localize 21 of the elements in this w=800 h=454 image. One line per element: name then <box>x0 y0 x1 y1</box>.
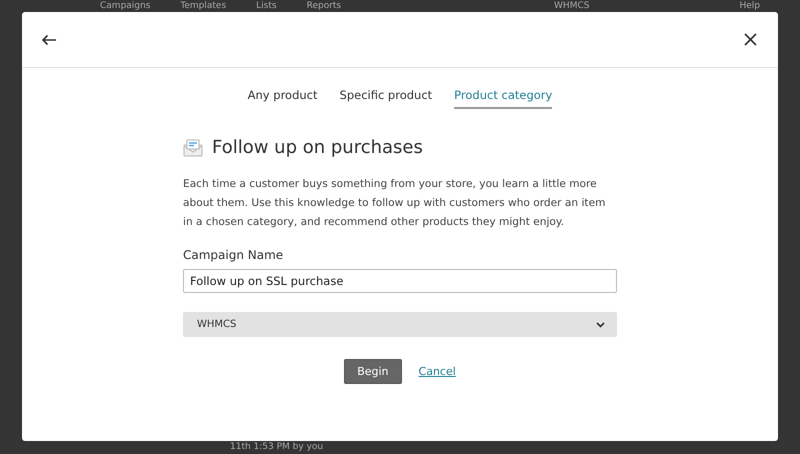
back-arrow-icon[interactable] <box>41 34 57 46</box>
nav-link[interactable]: Campaigns <box>100 0 150 12</box>
nav-link[interactable]: Lists <box>256 0 277 12</box>
dialog-title: Follow up on purchases <box>212 137 423 158</box>
account-name[interactable]: WHMCS <box>554 0 590 12</box>
nav-link[interactable]: Templates <box>180 0 226 12</box>
description-text: Each time a customer buys something from your store, you learn a little more about them. Use this knowledge to follow up with customers who order an item in a chosen category, and recommend other products they might enjoy. <box>183 177 606 230</box>
tab[interactable]: Specific product <box>340 88 432 109</box>
help-link[interactable]: Help <box>739 0 760 12</box>
close-icon[interactable] <box>744 33 757 46</box>
begin-button[interactable]: Begin <box>344 359 402 384</box>
campaign-name-input[interactable]: Follow up on SSL purchase <box>183 269 617 293</box>
store-dropdown[interactable]: WHMCS <box>183 312 617 337</box>
cancel-link[interactable]: Cancel <box>418 365 456 378</box>
tab[interactable]: Product category <box>454 88 552 109</box>
nav-link[interactable]: Reports <box>306 0 342 12</box>
field-label: Campaign Name <box>183 248 284 262</box>
chevron-down-icon <box>596 322 605 328</box>
envelope-icon <box>183 138 203 156</box>
tab[interactable]: Any product <box>248 88 318 109</box>
timestamp-text: 11th 1:53 PM by you <box>230 442 324 453</box>
